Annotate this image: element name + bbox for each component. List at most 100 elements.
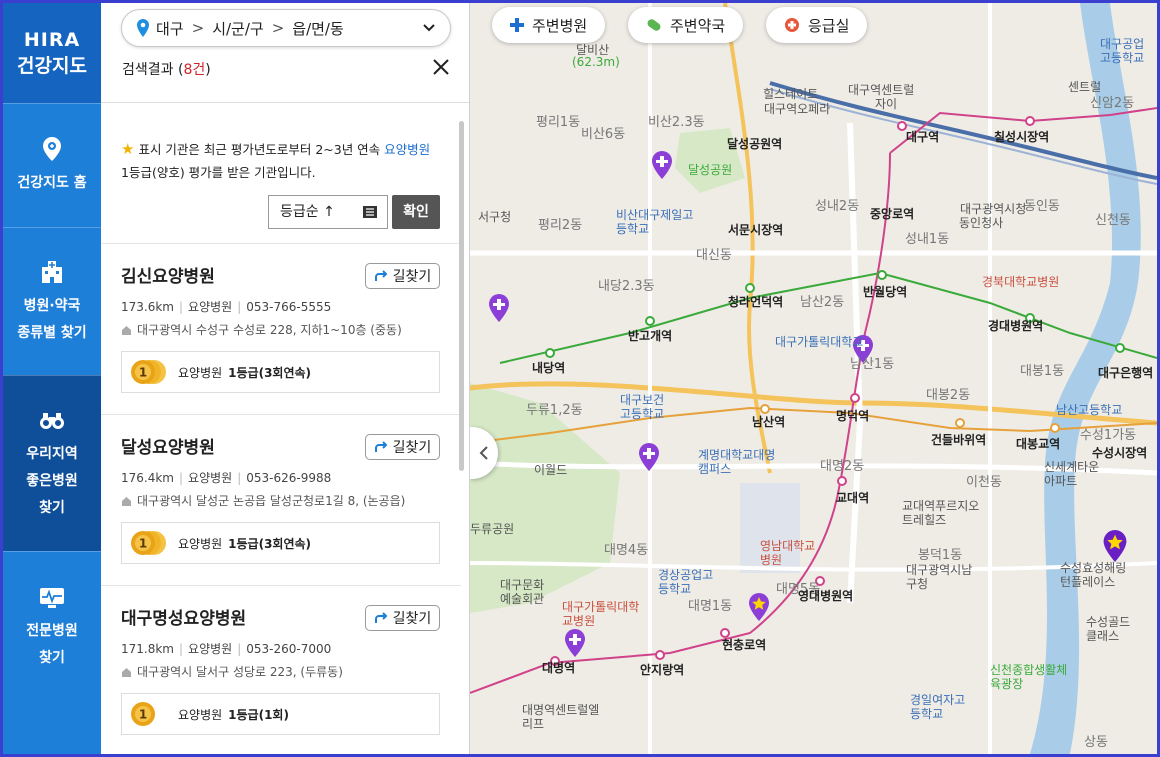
- map-label: 명덕역: [836, 409, 870, 423]
- nav-label: 건강지도 홈: [17, 175, 87, 191]
- map-pin-icon: [43, 137, 61, 161]
- chip-label: 주변약국: [670, 16, 726, 35]
- map-label: 성내2동: [815, 199, 860, 214]
- result-count-number: 8건: [183, 62, 206, 78]
- map-label: 대구보건고등학교: [620, 393, 665, 421]
- map-label: 대구은행역: [1098, 366, 1154, 380]
- star-hospital-marker-icon[interactable]: [748, 593, 770, 621]
- panel-header: 대구 > 시/군/구 > 읍/면/동 검색결과 (8건): [101, 3, 469, 103]
- grade-value: 1등급(1회): [228, 707, 289, 722]
- hira-logo[interactable]: HIRA 건강지도: [3, 3, 101, 103]
- hospital-marker-icon[interactable]: [564, 629, 586, 657]
- sort-label: 등급순 ↑: [280, 203, 335, 220]
- map-label: 비산6동: [581, 127, 626, 142]
- map-label: 칠성시장역: [994, 130, 1050, 144]
- directions-button[interactable]: 길찾기: [365, 263, 440, 289]
- chip-label: 응급실: [808, 16, 850, 35]
- grade-box: 1 요양병원 1등급(3회연속): [121, 351, 440, 393]
- hospital-meta: 171.8km | 요양병원 | 053-260-7000: [121, 642, 332, 656]
- nav-item-hospital-type[interactable]: 병원·약국 종류별 찾기: [3, 227, 101, 375]
- hospital-name[interactable]: 달성요양병원: [121, 433, 215, 458]
- hospital-card[interactable]: 대구명성요양병원 길찾기 171.8km | 요양병원 | 053-260-7000 대…: [101, 586, 461, 754]
- map-label: 수성골드클래스: [1086, 615, 1131, 643]
- directions-label: 길찾기: [392, 611, 432, 627]
- map-label: 경대병원역: [988, 319, 1044, 333]
- grade-type: 요양병원: [178, 365, 223, 380]
- list-menu-icon: [363, 206, 377, 218]
- directions-label: 길찾기: [392, 440, 432, 456]
- map-label: 신세계타운아파트: [1044, 460, 1100, 488]
- confirm-button[interactable]: 확인: [392, 195, 440, 229]
- address: 대구광역시 수성구 수성로 228, 지하1~10층 (중동): [137, 323, 402, 337]
- directions-button[interactable]: 길찾기: [365, 605, 440, 631]
- sort-select[interactable]: 등급순 ↑: [268, 195, 388, 229]
- map-label: 수성1가동: [1080, 428, 1137, 443]
- map-label: 이월드: [534, 463, 568, 477]
- region-sido[interactable]: 대구: [156, 18, 184, 39]
- grade-value: 1등급(3회연속): [228, 365, 312, 380]
- map-label: 대구가톨릭대학교: [775, 335, 864, 349]
- region-selector[interactable]: 대구 > 시/군/구 > 읍/면/동: [121, 9, 451, 47]
- directions-button[interactable]: 길찾기: [365, 434, 440, 460]
- nav-label: 우리지역: [26, 446, 78, 462]
- nav-item-good-hospital[interactable]: 우리지역 좋은병원 찾기: [3, 375, 101, 551]
- map-label: 내당2.3동: [598, 279, 655, 294]
- chevron-right-icon: >: [271, 19, 285, 37]
- location-pin-icon: [137, 19, 149, 37]
- chevron-down-icon[interactable]: [422, 21, 436, 35]
- map-label: 달성공원역: [727, 137, 783, 151]
- nav-item-home[interactable]: 건강지도 홈: [3, 103, 101, 227]
- star-hospital-marker-icon[interactable]: [1102, 530, 1128, 562]
- map-label: 두류공원: [470, 522, 515, 536]
- chip-label: 주변병원: [532, 16, 588, 35]
- map-label: (62.3m): [572, 55, 620, 69]
- grade-value: 1등급(3회연속): [228, 536, 312, 551]
- hospital-marker-icon[interactable]: [638, 443, 660, 471]
- phone: 053-766-5555: [246, 300, 332, 314]
- grade-box: 1 요양병원 1등급(1회): [121, 693, 440, 735]
- distance: 171.8km: [121, 642, 174, 656]
- hospital-meta: 173.6km | 요양병원 | 053-766-5555: [121, 300, 332, 314]
- hospital-name[interactable]: 김신요양병원: [121, 262, 215, 287]
- hospital-building-icon: [42, 260, 62, 283]
- nav-label: 전문병원: [26, 622, 78, 639]
- hospital-card[interactable]: 김신요양병원 길찾기 173.6km | 요양병원 | 053-766-5555 대구광…: [101, 244, 461, 415]
- map-label: 대명4동: [604, 543, 649, 558]
- results-list[interactable]: ★ 표시 기관은 최근 평가년도로부터 2~3년 연속 요양병원 1등급(양호)…: [101, 104, 461, 754]
- map-label: 대명1동: [688, 599, 733, 614]
- phone: 053-260-7000: [246, 642, 332, 656]
- map-label: 수성효성해링턴플레이스: [1060, 561, 1127, 589]
- chip-nearby-hospital[interactable]: 주변병원: [492, 7, 606, 43]
- map-label: 경상공업고등학교: [658, 568, 714, 596]
- hospital-name[interactable]: 대구명성요양병원: [121, 604, 246, 629]
- map-label: 대봉1동: [1020, 364, 1065, 379]
- map-label: 대구문화예술회관: [500, 578, 545, 606]
- map-label: 대명2동: [820, 459, 865, 474]
- distance: 173.6km: [121, 300, 174, 314]
- map-label: 대봉교역: [1016, 437, 1061, 451]
- map-label: 영남대학교병원: [760, 539, 816, 567]
- map-label: 대명역: [542, 661, 576, 675]
- hospital-marker-icon[interactable]: [488, 294, 510, 322]
- address-row: 대구광역시 수성구 수성로 228, 지하1~10층 (중동): [121, 321, 402, 338]
- gold-medal-icon: 1: [131, 531, 166, 555]
- hospital-card[interactable]: 달성요양병원 길찾기 176.4km | 요양병원 | 053-626-9988 대구광…: [101, 415, 461, 586]
- chip-emergency[interactable]: 응급실: [766, 7, 868, 43]
- map-label: 대구역오페라: [764, 102, 831, 116]
- close-icon[interactable]: [431, 57, 451, 77]
- hospital-type: 요양병원: [188, 300, 233, 314]
- region-sigungu[interactable]: 시/군/구: [212, 18, 264, 39]
- nav-item-specialty[interactable]: 전문병원 찾기: [3, 551, 101, 701]
- chip-nearby-pharmacy[interactable]: 주변약국: [628, 7, 744, 43]
- pill-icon: [647, 19, 661, 31]
- region-emd[interactable]: 읍/면/동: [292, 18, 344, 39]
- results-scrollbar[interactable]: [459, 121, 464, 471]
- map-label: 건들바위역: [931, 433, 987, 447]
- map-view[interactable]: 주변병원 주변약국 응급실 달비산 (62.3m) 힐스테이트 대구역오페라 대…: [470, 3, 1157, 754]
- hospital-type: 요양병원: [188, 471, 233, 485]
- medical-cross-icon: [510, 18, 524, 32]
- map-label: 두류1,2동: [526, 403, 583, 418]
- hospital-marker-icon[interactable]: [651, 151, 673, 179]
- directions-arrow-icon: [374, 270, 388, 281]
- map-label: 남산2동: [800, 295, 845, 310]
